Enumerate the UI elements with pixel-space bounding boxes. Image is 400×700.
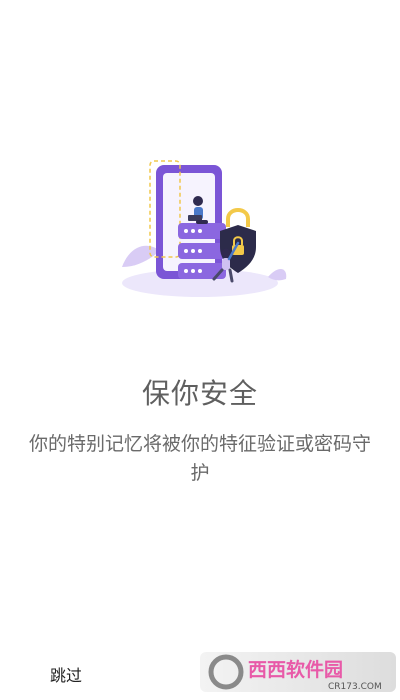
- skip-button[interactable]: 跳过: [50, 662, 82, 686]
- watermark-domain-text: CR173.COM: [328, 682, 382, 692]
- watermark-brand-text: 西西软件园: [248, 658, 343, 681]
- lock-shackle: [226, 208, 250, 227]
- page-description: 你的特别记忆将被你的特征验证或密码守护: [28, 433, 371, 484]
- server-stack-icon: [178, 223, 226, 279]
- watermark-logo: 西西软件园 CR173.COM: [200, 652, 396, 692]
- page-title: 保你安全: [141, 377, 258, 410]
- security-illustration: [122, 160, 287, 297]
